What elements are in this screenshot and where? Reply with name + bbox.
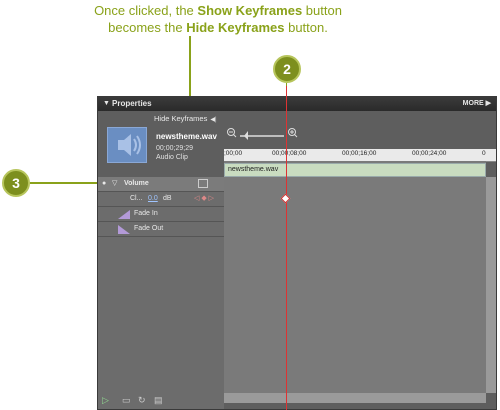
ruler-tick-0: ;00;00 bbox=[224, 150, 243, 157]
properties-list: ● ▽ Volume Cl... 0.0 dB ◁ ◆ ▷ Fade In Fa… bbox=[98, 177, 224, 393]
panel-toolbar: ▷ ▭ ↻ ▤ bbox=[98, 393, 224, 409]
fade-out-row[interactable]: Fade Out bbox=[98, 222, 224, 237]
timeline-clip[interactable]: newstheme.wav bbox=[224, 163, 486, 177]
callout-text: Once clicked, the Show Keyframes button … bbox=[94, 3, 342, 35]
fade-in-icon bbox=[118, 210, 130, 219]
play-icon[interactable]: ▷ bbox=[102, 395, 109, 406]
reset-icon[interactable]: ↻ bbox=[138, 395, 146, 406]
fade-out-icon bbox=[118, 225, 130, 234]
zoom-slider-thumb bbox=[244, 131, 248, 140]
clip-volume-unit: dB bbox=[163, 195, 172, 202]
vertical-scrollbar[interactable] bbox=[486, 177, 496, 393]
playhead-line[interactable] bbox=[286, 86, 287, 410]
timeline-area[interactable] bbox=[224, 161, 486, 393]
fade-in-label: Fade In bbox=[134, 210, 158, 217]
volume-row[interactable]: ● ▽ Volume bbox=[98, 177, 224, 192]
keyframes-toggle-icon: ◀| bbox=[210, 117, 217, 123]
step-badge-3: 3 bbox=[2, 169, 30, 197]
panel-titlebar: ▼ Properties MORE ▶ bbox=[98, 97, 496, 111]
fade-out-label: Fade Out bbox=[134, 225, 164, 232]
more-menu-button[interactable]: MORE ▶ bbox=[463, 97, 491, 111]
clip-volume-label: Cl... bbox=[130, 195, 143, 202]
fade-in-row[interactable]: Fade In bbox=[98, 207, 224, 222]
hide-keyframes-button[interactable]: Hide Keyframes ◀| bbox=[154, 114, 217, 123]
panel-title: Properties bbox=[112, 99, 152, 108]
eye-icon: ● bbox=[102, 180, 107, 187]
volume-label: Volume bbox=[124, 180, 149, 187]
horizontal-scrollbar[interactable] bbox=[224, 393, 486, 403]
clip-name: newstheme.wav bbox=[156, 132, 217, 141]
ruler-tick-2: 00;00;16;00 bbox=[342, 150, 377, 157]
expand-triangle-icon: ▽ bbox=[112, 180, 118, 187]
ruler-tick-4: 0 bbox=[482, 150, 486, 157]
clip-info: 00;00;29;29 Audio Clip bbox=[156, 144, 193, 162]
callout-leader-line bbox=[189, 36, 191, 102]
clip-volume-row: Cl... 0.0 dB ◁ ◆ ▷ bbox=[98, 192, 224, 207]
folder-icon[interactable]: ▭ bbox=[122, 395, 131, 406]
zoom-control[interactable] bbox=[226, 127, 306, 141]
clip-volume-value[interactable]: 0.0 bbox=[148, 192, 158, 206]
ruler-tick-3: 00;00;24;00 bbox=[412, 150, 447, 157]
audio-clip-thumbnail bbox=[107, 127, 147, 163]
zoom-out-icon bbox=[227, 128, 237, 138]
clip-duration: 00;00;29;29 bbox=[156, 145, 193, 152]
properties-panel: ▼ Properties MORE ▶ Hide Keyframes ◀| new… bbox=[97, 96, 497, 410]
zoom-in-icon bbox=[288, 128, 298, 138]
ruler-tick-1: 00;00;08;00 bbox=[272, 150, 307, 157]
trash-icon[interactable]: ▤ bbox=[154, 395, 163, 406]
collapse-triangle-icon[interactable]: ▼ bbox=[103, 97, 110, 111]
speaker-icon bbox=[118, 134, 141, 156]
step-badge-2: 2 bbox=[273, 55, 301, 83]
clip-type: Audio Clip bbox=[156, 154, 188, 161]
keyframe-nav-icon[interactable]: ◁ ◆ ▷ bbox=[194, 192, 214, 206]
toggle-animation-icon[interactable] bbox=[198, 179, 208, 188]
